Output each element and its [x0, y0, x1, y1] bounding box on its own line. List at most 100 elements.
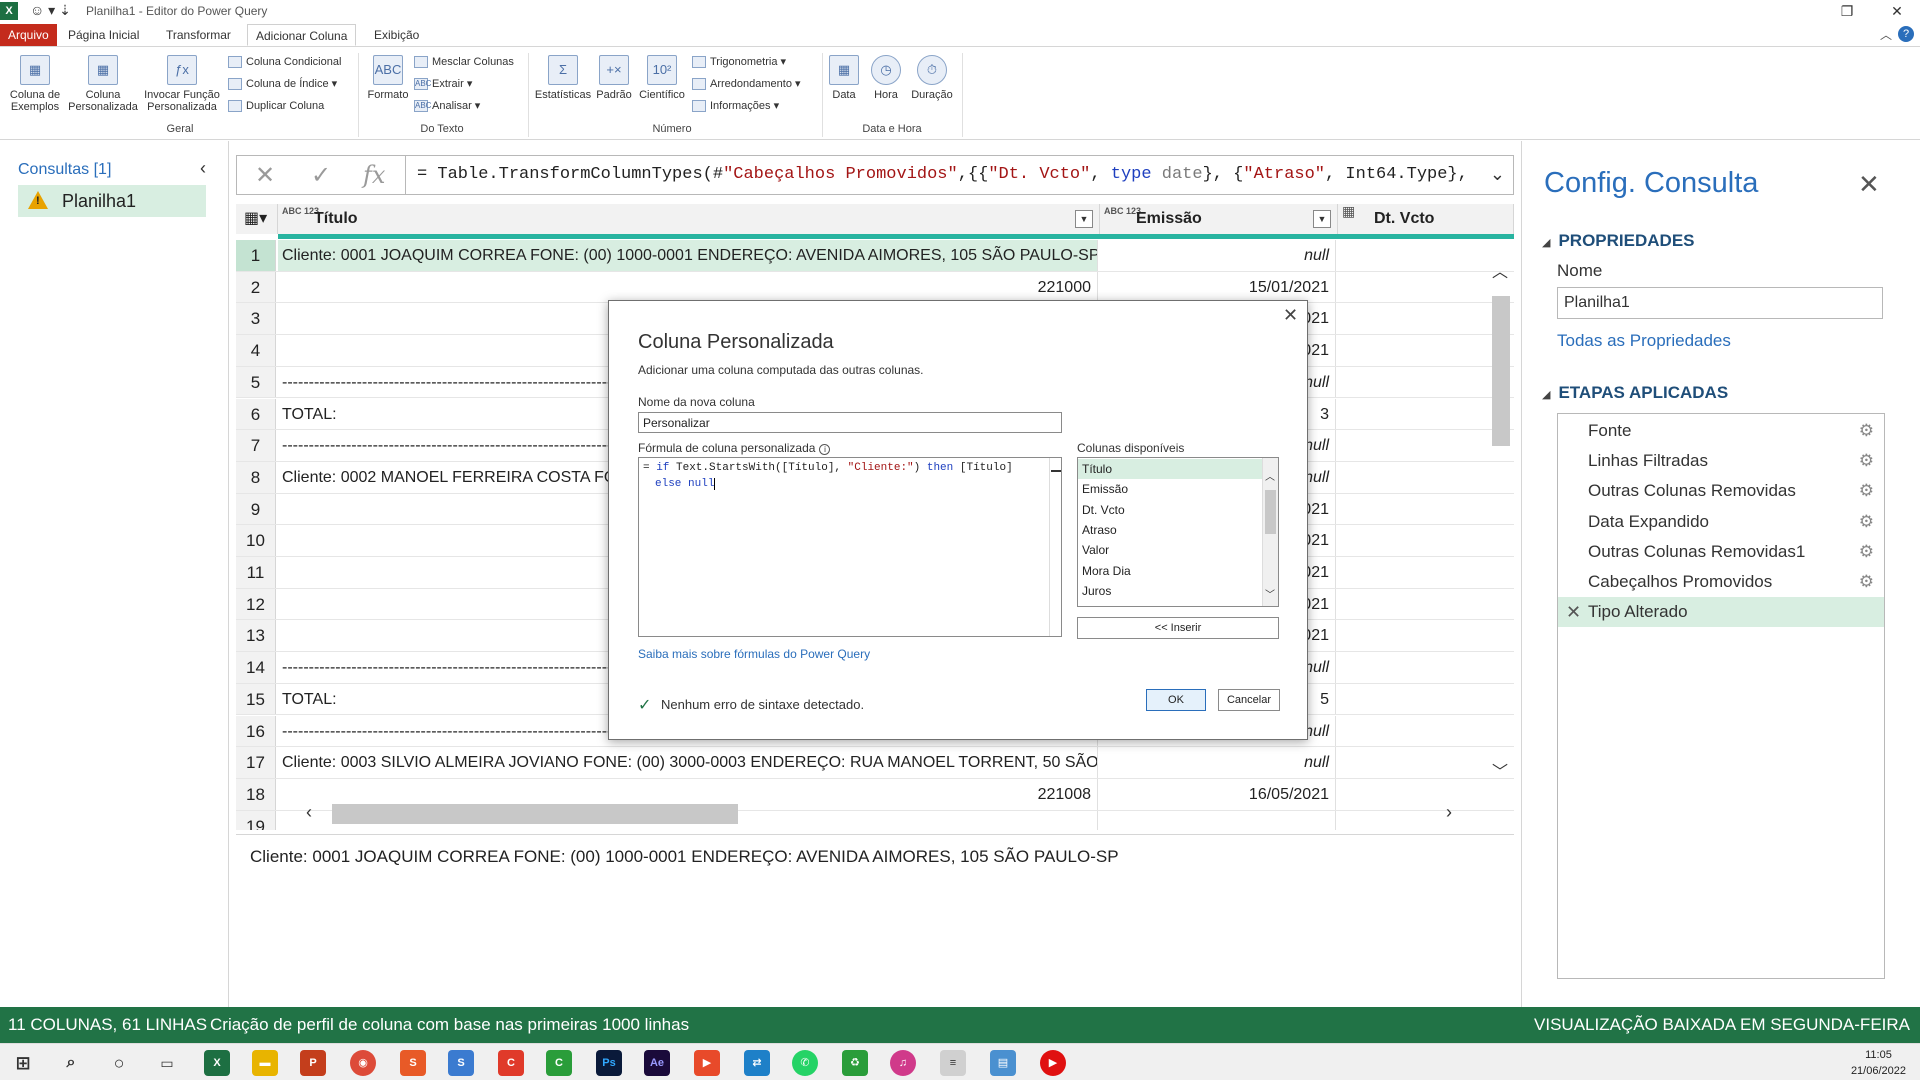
row-number[interactable]: 5: [236, 366, 276, 398]
cientifico-button[interactable]: 10² Científico: [634, 55, 690, 101]
row-number[interactable]: 7: [236, 430, 276, 461]
app-s-blue-icon[interactable]: S: [448, 1050, 474, 1076]
ok-button[interactable]: OK: [1146, 689, 1206, 711]
row-number[interactable]: 9: [236, 493, 276, 525]
powerpoint-icon[interactable]: P: [300, 1050, 326, 1076]
collapse-ribbon-icon[interactable]: ︿: [1880, 26, 1892, 43]
row-number[interactable]: 4: [236, 335, 276, 366]
coluna-personalizada-button[interactable]: ▦ Coluna Personalizada: [68, 55, 138, 113]
scroll-thumb[interactable]: [332, 804, 738, 824]
scroll-down-icon[interactable]: ﹀: [1492, 758, 1508, 782]
headphones-icon[interactable]: ♫: [890, 1050, 916, 1076]
analisar-button[interactable]: ABCAnalisar ▾: [414, 97, 480, 115]
invocar-funcao-button[interactable]: ƒx Invocar Função Personalizada: [140, 55, 224, 113]
app-red-icon[interactable]: C: [498, 1050, 524, 1076]
column-header-dt-vcto[interactable]: ▦ Dt. Vcto: [1338, 204, 1514, 234]
vertical-scrollbar[interactable]: ︿ ﹀: [1488, 258, 1514, 798]
padrao-button[interactable]: +× Padrão: [594, 55, 634, 101]
scroll-down-icon[interactable]: ﹀: [1265, 586, 1275, 601]
column-list-item[interactable]: Emissão: [1078, 479, 1262, 499]
close-dialog-icon[interactable]: ✕: [1283, 305, 1298, 326]
applied-step[interactable]: Data Expandido ⚙: [1558, 507, 1884, 537]
expand-formula-icon[interactable]: ⌄: [1490, 164, 1505, 185]
mesclar-colunas-button[interactable]: Mesclar Colunas: [414, 53, 514, 71]
row-number[interactable]: 12: [236, 588, 276, 620]
hora-button[interactable]: ◷ Hora: [866, 55, 906, 101]
fx-icon[interactable]: fx: [363, 161, 385, 189]
app-blue-icon[interactable]: ▤: [990, 1050, 1016, 1076]
gear-icon[interactable]: ⚙: [1859, 507, 1874, 537]
duracao-button[interactable]: ⏱ Duração: [908, 55, 956, 101]
app-green-icon[interactable]: C: [546, 1050, 572, 1076]
duplicar-coluna-button[interactable]: Duplicar Coluna: [228, 97, 324, 115]
photoshop-icon[interactable]: Ps: [596, 1050, 622, 1076]
delete-step-icon[interactable]: ✕: [1566, 597, 1581, 627]
row-number[interactable]: 1: [236, 240, 276, 271]
column-list-item[interactable]: Dt. Vcto: [1078, 500, 1262, 520]
custom-formula-editor[interactable]: = if Text.StartsWith([Título], "Cliente:…: [638, 457, 1062, 637]
row-number[interactable]: 16: [236, 715, 276, 747]
applied-steps-header[interactable]: ◢ ETAPAS APLICADAS: [1542, 383, 1728, 403]
data-button[interactable]: ▦ Data: [826, 55, 862, 101]
cell-titulo[interactable]: Cliente: 0001 JOAQUIM CORREA FONE: (00) …: [278, 240, 1098, 271]
media-player-icon[interactable]: ▶: [1040, 1050, 1066, 1076]
trigonometria-button[interactable]: Trigonometria ▾: [692, 53, 786, 71]
row-number[interactable]: 8: [236, 461, 276, 493]
scroll-right-icon[interactable]: ›: [1446, 802, 1452, 823]
cell-emissao[interactable]: 15/01/2021: [1100, 271, 1336, 303]
cell-titulo[interactable]: 221000: [278, 271, 1098, 303]
extrair-button[interactable]: ABCExtrair ▾: [414, 75, 472, 93]
tab-transformar[interactable]: Transformar: [158, 24, 239, 46]
applied-step[interactable]: Cabeçalhos Promovidos ⚙: [1558, 567, 1884, 597]
confirm-formula-icon[interactable]: ✓: [311, 161, 331, 190]
gear-icon[interactable]: ⚙: [1859, 446, 1874, 476]
teamviewer-icon[interactable]: ⇄: [744, 1050, 770, 1076]
search-icon[interactable]: ⌕: [58, 1050, 84, 1076]
column-list-item[interactable]: Atraso: [1078, 520, 1262, 540]
windows-start-icon[interactable]: ⊞: [10, 1050, 36, 1076]
filter-dropdown-icon[interactable]: ▼: [1075, 210, 1093, 228]
column-list-item[interactable]: Desconto: [1078, 601, 1262, 606]
query-name-input[interactable]: [1557, 287, 1883, 319]
cancel-formula-icon[interactable]: ✕: [255, 161, 275, 190]
column-header-emissao[interactable]: ABC 123 Emissão ▼: [1100, 204, 1338, 234]
collapse-pane-icon[interactable]: ‹: [200, 158, 206, 179]
tab-exibicao[interactable]: Exibição: [366, 24, 427, 46]
close-settings-icon[interactable]: ✕: [1858, 169, 1880, 200]
app-recycle-icon[interactable]: ♻: [842, 1050, 868, 1076]
coluna-condicional-button[interactable]: Coluna Condicional: [228, 53, 341, 71]
scroll-up-icon[interactable]: ︿: [1265, 468, 1275, 483]
table-row[interactable]: 2 221000 15/01/2021: [236, 271, 1514, 304]
row-number[interactable]: 3: [236, 303, 276, 335]
scroll-thumb[interactable]: [1492, 296, 1510, 446]
applied-step[interactable]: Linhas Filtradas ⚙: [1558, 446, 1884, 476]
column-list-item[interactable]: Título: [1078, 459, 1262, 479]
system-clock[interactable]: 11:05 21/06/2022: [1851, 1047, 1906, 1079]
columns-scrollbar[interactable]: ︿ ﹀: [1262, 458, 1278, 606]
restore-button[interactable]: ❐: [1824, 0, 1870, 24]
chrome-icon[interactable]: ◉: [350, 1050, 376, 1076]
column-list-item[interactable]: Mora Dia: [1078, 561, 1262, 581]
close-window-button[interactable]: ✕: [1874, 0, 1920, 24]
new-column-name-input[interactable]: [638, 412, 1062, 433]
cell-emissao[interactable]: null: [1100, 240, 1336, 271]
quick-access-toolbar[interactable]: ☺ ▾ ⇣: [30, 2, 71, 19]
row-number[interactable]: 11: [236, 557, 276, 588]
formula-bar[interactable]: ✕ ✓ fx = Table.TransformColumnTypes(#"Ca…: [236, 155, 1514, 195]
task-view-icon[interactable]: ▭: [154, 1050, 180, 1076]
whatsapp-icon[interactable]: ✆: [792, 1050, 818, 1076]
row-number[interactable]: 15: [236, 683, 276, 715]
row-number[interactable]: 2: [236, 271, 276, 303]
properties-header[interactable]: ◢ PROPRIEDADES: [1542, 231, 1695, 251]
gear-icon[interactable]: ⚙: [1859, 537, 1874, 567]
cortana-icon[interactable]: ○: [106, 1050, 132, 1076]
column-header-titulo[interactable]: ABC 123 Título ▼: [278, 204, 1100, 234]
help-icon[interactable]: ?: [1898, 26, 1914, 42]
query-item-planilha1[interactable]: ! Planilha1: [18, 185, 206, 217]
applied-step[interactable]: Fonte ⚙: [1558, 416, 1884, 446]
cell-titulo[interactable]: Cliente: 0003 SILVIO ALMEIRA JOVIANO FON…: [278, 747, 1098, 778]
after-effects-icon[interactable]: Ae: [644, 1050, 670, 1076]
horizontal-scrollbar[interactable]: ‹ ›: [236, 800, 1488, 828]
app-play-icon[interactable]: ▶: [694, 1050, 720, 1076]
formato-button[interactable]: ABC Formato: [362, 55, 414, 101]
